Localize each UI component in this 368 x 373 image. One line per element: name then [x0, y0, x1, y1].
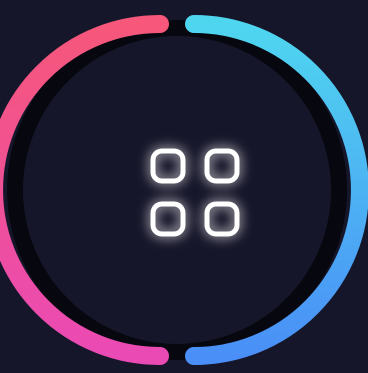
grid-icon-cell — [204, 148, 240, 184]
grid-icon-cell — [204, 201, 240, 237]
left-ring-segment — [0, 15, 169, 365]
progress-ring — [0, 15, 368, 365]
app-grid-icon[interactable] — [150, 148, 240, 237]
grid-icon-cell — [150, 201, 186, 237]
ring-track — [7, 20, 347, 360]
radial-menu-widget — [0, 0, 368, 373]
grid-icon-cell — [150, 148, 186, 184]
